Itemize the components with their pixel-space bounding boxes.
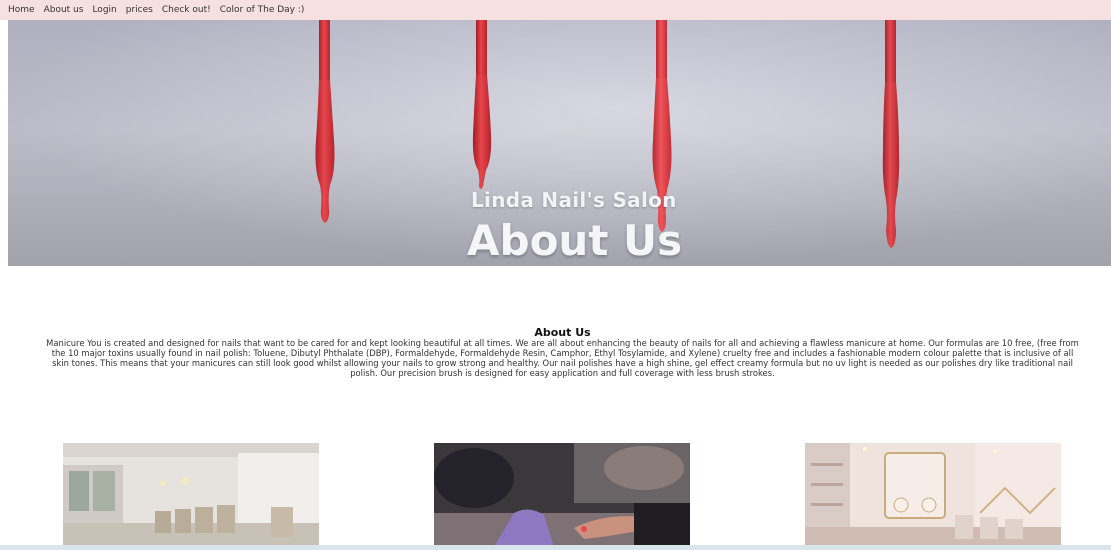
nav-color-of-the-day[interactable]: Color of The Day :) (220, 5, 305, 15)
nail-polish-brush-icon (882, 20, 900, 248)
bottom-scroll-strip (0, 545, 1111, 550)
top-nav: Home About us Login prices Check out! Co… (0, 0, 1111, 20)
manicure-photo (434, 443, 690, 547)
nav-check-out[interactable]: Check out! (162, 5, 211, 15)
about-heading: About Us (534, 326, 591, 340)
pink-salon-photo (805, 443, 1061, 547)
hero-subtitle: Linda Nail's Salon (471, 188, 677, 212)
nav-login[interactable]: Login (92, 5, 116, 15)
salon-interior-photo (63, 443, 319, 547)
hero-banner: Linda Nail's Salon About Us (8, 20, 1111, 266)
nav-home[interactable]: Home (8, 5, 35, 15)
nail-polish-brush-icon (315, 20, 335, 223)
nail-polish-brush-icon (472, 20, 492, 189)
hero-title: About Us (467, 216, 683, 265)
about-body: Manicure You is created and designed for… (46, 338, 1079, 379)
nav-prices[interactable]: prices (126, 5, 153, 15)
nav-about-us[interactable]: About us (44, 5, 84, 15)
